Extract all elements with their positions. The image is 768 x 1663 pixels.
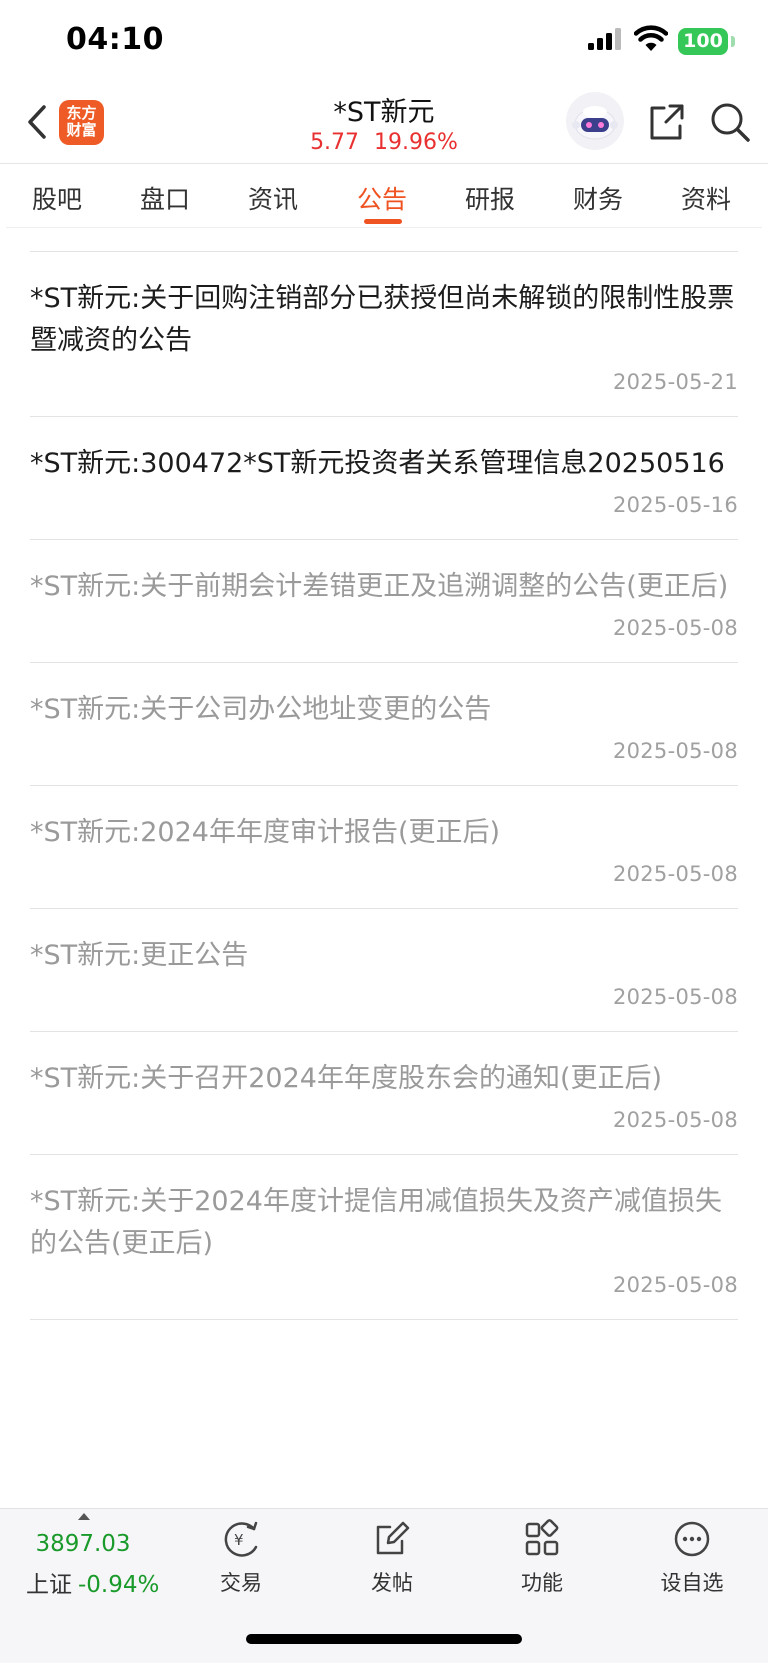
- announcement-item[interactable]: *ST新元:关于召开2024年年度股东会的通知(更正后) 2025-05-08: [30, 1032, 738, 1155]
- more-dots-icon: [674, 1521, 710, 1557]
- edit-post-icon: [376, 1521, 410, 1555]
- announcement-date: 2025-05-08: [612, 862, 738, 886]
- announcement-title: *ST新元:300472*ST新元投资者关系管理信息20250516: [30, 448, 725, 479]
- announcement-item[interactable]: *ST新元:关于前期会计差错更正及追溯调整的公告(更正后) 2025-05-08: [30, 540, 738, 663]
- shanghai-index-widget[interactable]: 3897.03 上证 -0.94%: [20, 1509, 170, 1609]
- wifi-icon: [634, 25, 668, 51]
- announcement-item[interactable]: *ST新元:关于回购注销部分已获授但尚未解锁的限制性股票暨减资的公告 2025-…: [30, 252, 738, 417]
- stock-price: 5.77: [310, 130, 360, 155]
- index-change: -0.94%: [78, 1572, 160, 1598]
- svg-text:¥: ¥: [234, 1531, 244, 1549]
- announcement-date: 2025-05-16: [612, 493, 738, 517]
- index-name: 上证: [26, 1572, 72, 1598]
- tab-announcements[interactable]: 公告: [357, 180, 407, 216]
- trade-label: 交易: [220, 1571, 262, 1595]
- tab-profile[interactable]: 资料: [681, 180, 731, 216]
- trade-button[interactable]: ¥ 交易: [191, 1519, 291, 1605]
- status-time: 04:10: [66, 22, 164, 57]
- tab-finance[interactable]: 财务: [573, 180, 623, 216]
- announcement-title: *ST新元:2024年年度审计报告(更正后): [30, 817, 501, 848]
- announcement-date: 2025-05-08: [612, 616, 738, 640]
- add-watchlist-button[interactable]: 设自选: [642, 1519, 742, 1605]
- search-icon[interactable]: [708, 100, 752, 144]
- post-button[interactable]: 发帖: [342, 1519, 442, 1605]
- announcement-title: *ST新元:关于公司办公地址变更的公告: [30, 694, 492, 725]
- stock-tabs: 股吧 盘口 资讯 公告 研报 财务 资料: [0, 164, 768, 228]
- announcement-item[interactable]: *ST新元:更正公告 2025-05-08: [30, 909, 738, 1032]
- stock-change-percent: 19.96%: [374, 130, 458, 155]
- announcement-title: *ST新元:关于回购注销部分已获授但尚未解锁的限制性股票暨减资的公告: [30, 283, 735, 356]
- tabs-divider: [6, 227, 762, 228]
- announcement-date: 2025-05-21: [612, 370, 738, 394]
- tab-news[interactable]: 资讯: [248, 180, 298, 216]
- active-tab-indicator: [364, 219, 402, 224]
- announcement-title: *ST新元:关于前期会计差错更正及追溯调整的公告(更正后): [30, 571, 729, 602]
- grid-functions-icon: [525, 1519, 559, 1556]
- announcement-item[interactable]: *ST新元:300472*ST新元投资者关系管理信息20250516 2025-…: [30, 417, 738, 540]
- status-bar: 04:10 100: [0, 0, 768, 84]
- announcement-date: 2025-05-08: [612, 1108, 738, 1132]
- stock-header: 东方 财富 *ST新元 5.77 19.96%: [0, 84, 768, 164]
- post-label: 发帖: [371, 1571, 413, 1595]
- announcement-item[interactable]: *ST新元:关于2024年度计提信用减值损失及资产减值损失的公告(更正后) 20…: [30, 1155, 738, 1320]
- tab-research[interactable]: 研报: [465, 180, 515, 216]
- announcement-list: *ST新元:关于回购注销部分已获授但尚未解锁的限制性股票暨减资的公告 2025-…: [30, 251, 738, 1506]
- announcement-item[interactable]: *ST新元:2024年年度审计报告(更正后) 2025-05-08: [30, 786, 738, 909]
- announcement-title: *ST新元:更正公告: [30, 940, 249, 971]
- announcement-date: 2025-05-08: [612, 985, 738, 1009]
- index-row: 上证 -0.94%: [26, 1565, 159, 1599]
- announcement-date: 2025-05-08: [612, 1273, 738, 1297]
- tab-guba[interactable]: 股吧: [32, 180, 82, 216]
- index-value: 3897.03: [35, 1531, 131, 1557]
- ai-assistant-robot-icon[interactable]: [566, 92, 624, 150]
- battery-tip: [731, 36, 735, 47]
- battery-icon: 100: [678, 28, 728, 55]
- announcement-date: 2025-05-08: [612, 739, 738, 763]
- watchlist-label: 设自选: [660, 1571, 724, 1595]
- announcement-title: *ST新元:关于召开2024年年度股东会的通知(更正后): [30, 1063, 663, 1094]
- home-indicator: [246, 1634, 522, 1644]
- functions-label: 功能: [521, 1571, 563, 1595]
- tab-pankou[interactable]: 盘口: [140, 180, 190, 216]
- functions-button[interactable]: 功能: [492, 1519, 592, 1605]
- announcement-title: *ST新元:关于2024年度计提信用减值损失及资产减值损失的公告(更正后): [30, 1186, 722, 1259]
- share-icon[interactable]: [644, 100, 688, 144]
- announcement-item[interactable]: *ST新元:关于公司办公地址变更的公告 2025-05-08: [30, 663, 738, 786]
- app-screen: 04:10 100 东方 财富 *ST新元 5.77 19.96% 股吧 盘口 …: [0, 0, 768, 1663]
- caret-up-icon: [78, 1513, 90, 1520]
- cellular-signal-icon: [588, 28, 621, 50]
- trade-yuan-icon: ¥: [224, 1521, 258, 1557]
